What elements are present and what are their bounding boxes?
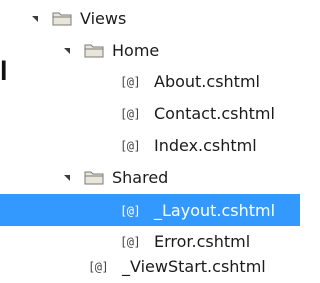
tree-node-viewstart[interactable]: [@] _ViewStart.cshtml xyxy=(0,251,300,283)
tree-node-label: _Layout.cshtml xyxy=(154,201,276,220)
tree-node-label: About.cshtml xyxy=(154,72,260,91)
folder-icon xyxy=(52,12,72,26)
razor-file-icon: [@] xyxy=(120,139,141,153)
razor-file-icon: [@] xyxy=(120,107,141,121)
expand-arrow-icon[interactable] xyxy=(64,48,70,54)
tree-node-views[interactable]: Views xyxy=(0,3,300,35)
razor-file-icon: [@] xyxy=(120,235,141,249)
tree-node-contact[interactable]: [@] Contact.cshtml xyxy=(0,98,300,130)
solution-explorer-tree: Views Home [@] About.cshtml [@] Contact.… xyxy=(0,0,300,283)
tree-node-label: Home xyxy=(112,41,160,60)
expand-arrow-icon[interactable] xyxy=(32,16,38,22)
tree-node-shared[interactable]: Shared xyxy=(0,162,300,194)
tree-node-layout[interactable]: [@] _Layout.cshtml xyxy=(0,194,300,226)
tree-node-home[interactable]: Home xyxy=(0,35,300,67)
tree-node-label: Shared xyxy=(112,168,169,187)
tree-node-index[interactable]: [@] Index.cshtml xyxy=(0,130,300,162)
folder-icon xyxy=(84,44,104,58)
razor-file-icon: [@] xyxy=(88,260,109,274)
tree-node-label: Index.cshtml xyxy=(154,136,257,155)
tree-node-label: Error.cshtml xyxy=(154,232,251,251)
expand-arrow-icon[interactable] xyxy=(64,175,70,181)
tree-node-about[interactable]: [@] About.cshtml xyxy=(0,66,300,98)
folder-icon xyxy=(84,171,104,185)
razor-file-icon: [@] xyxy=(120,75,141,89)
razor-file-icon: [@] xyxy=(120,204,141,218)
tree-node-label: Views xyxy=(80,9,127,28)
tree-node-label: Contact.cshtml xyxy=(154,104,275,123)
tree-node-label: _ViewStart.cshtml xyxy=(122,257,266,276)
